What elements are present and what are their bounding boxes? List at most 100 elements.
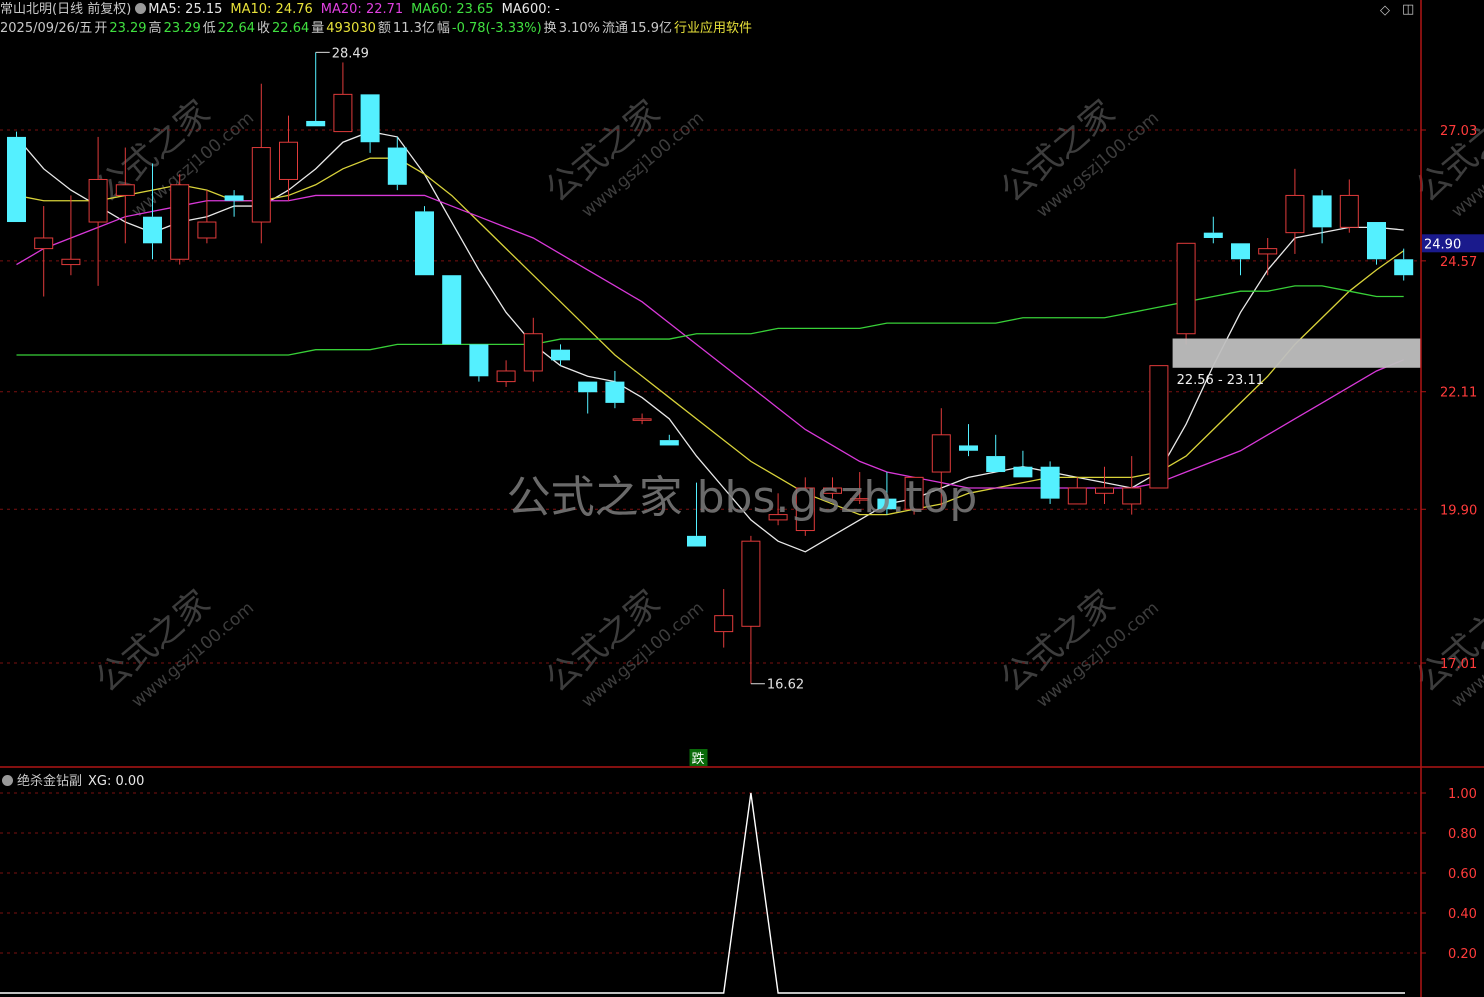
open-value: 23.29 xyxy=(109,21,147,36)
indicator-tick-label: 0.20 xyxy=(1448,947,1477,962)
change-value: -0.78(-3.33%) xyxy=(451,21,542,36)
candle-body-down xyxy=(143,216,162,244)
candle-body-up xyxy=(1122,487,1142,505)
candle-body-down xyxy=(605,381,625,403)
candle-body-down xyxy=(986,456,1006,473)
price-tick-label: 17.01 xyxy=(1440,657,1477,672)
high-label: 高 xyxy=(148,21,162,36)
header-row-1: 常山北明(日线 前复权) MA5: 25.15 MA10: 24.76 MA20: 2… xyxy=(0,2,562,18)
ma600-readout: MA600: - xyxy=(501,2,560,17)
diamond-icon[interactable]: ◇ xyxy=(1380,3,1390,18)
low-value: 22.64 xyxy=(217,21,256,36)
candle-body-down xyxy=(1013,466,1033,478)
candle-body-down xyxy=(659,440,679,446)
close-label: 收 xyxy=(257,21,271,36)
low-mark-label: 16.62 xyxy=(767,678,804,693)
candle-body-up xyxy=(496,370,516,383)
candle xyxy=(1040,461,1060,504)
turnover-value: 3.10% xyxy=(558,21,600,36)
ma60-readout: MA60: 23.65 xyxy=(411,2,494,17)
candle-body-up xyxy=(279,141,298,180)
chart-canvas[interactable]: 公式之家www.gszj100.com 公式之家www.gszj100.com 公式… xyxy=(0,0,1484,997)
candle-body-up xyxy=(251,147,271,223)
candle-body-down xyxy=(306,120,326,127)
panel-toggle-icon[interactable]: ◫ xyxy=(1402,2,1414,17)
candle-body-up xyxy=(1067,487,1087,505)
candle-body-down xyxy=(1040,466,1060,499)
close-value: 22.64 xyxy=(272,21,310,36)
candle-body-up xyxy=(333,93,353,133)
float-label: 流通 xyxy=(602,21,629,36)
candle-body-down xyxy=(1203,232,1223,238)
candle-body-up xyxy=(88,178,108,223)
candle-body-up xyxy=(1285,194,1305,234)
candle xyxy=(1149,365,1169,489)
indicator-tick-label: 0.60 xyxy=(1448,867,1477,882)
candle-body-down xyxy=(578,381,598,393)
price-tick-label: 22.11 xyxy=(1440,386,1477,401)
candle-body-down xyxy=(469,344,489,377)
price-tick-label: 19.90 xyxy=(1440,503,1477,518)
change-label: 幅 xyxy=(436,21,450,36)
candle-body-down xyxy=(687,535,706,547)
candle-body-down xyxy=(415,211,434,276)
date-readout: 2025/09/26/五 xyxy=(0,21,93,36)
candle-body-down xyxy=(387,147,407,185)
collapse-circle-icon[interactable] xyxy=(135,3,147,14)
candle-body-down xyxy=(360,94,380,143)
high-value: 23.29 xyxy=(163,21,201,36)
candle-body-up xyxy=(714,615,734,633)
candle-body-down xyxy=(224,195,244,201)
candle-body-down xyxy=(442,275,462,345)
candle-body-up xyxy=(1176,242,1196,335)
candle xyxy=(1367,222,1386,265)
price-tick-label: 27.03 xyxy=(1440,124,1477,139)
center-watermark: 公式之家 bbs.gszb.top xyxy=(507,472,978,523)
indicator-collapse-icon[interactable] xyxy=(2,775,13,786)
candle-body-up xyxy=(931,434,951,473)
sector-link[interactable]: 行业应用软件 xyxy=(674,21,752,36)
price-range-label: 22.56 - 23.11 xyxy=(1177,373,1264,388)
candle-body-up xyxy=(197,221,217,239)
candle-body-up xyxy=(632,418,652,421)
candle-body-up xyxy=(1149,365,1169,489)
header-row-2: 2025/09/26/五开 23.29 高 23.29 低 22.64 收 22.64 量 493… xyxy=(0,21,754,37)
candle-body-down xyxy=(7,136,26,223)
indicator-tick-label: 1.00 xyxy=(1448,787,1477,802)
ma20-readout: MA20: 22.71 xyxy=(320,2,404,17)
candle-body-down xyxy=(1231,243,1250,260)
indicator-tick-label: 0.80 xyxy=(1448,827,1477,842)
candle-body-up xyxy=(741,540,761,627)
candle-body-down xyxy=(1367,222,1386,260)
candle-body-up xyxy=(61,258,81,266)
indicator-xg: XG: 0.00 xyxy=(88,774,145,789)
indicator-header: 绝杀金钻副 XG: 0.00 xyxy=(0,770,144,789)
ma5-readout: MA5: 25.15 xyxy=(148,2,223,17)
amount-label: 额 xyxy=(377,21,391,36)
candle-body-down xyxy=(551,349,570,361)
candle xyxy=(7,131,26,223)
ma10-readout: MA10: 24.76 xyxy=(230,2,313,17)
current-price-label: 24.90 xyxy=(1424,237,1461,252)
candle-body-down xyxy=(959,445,978,451)
amount-value: 11.3亿 xyxy=(392,21,435,36)
volume-label: 量 xyxy=(311,21,325,36)
candle xyxy=(1176,242,1196,345)
low-label: 低 xyxy=(202,21,216,36)
candle-body-up xyxy=(170,184,190,260)
high-mark-label: 28.49 xyxy=(332,46,369,61)
candle-body-down xyxy=(1394,259,1414,276)
turnover-label: 换 xyxy=(543,21,557,36)
candle xyxy=(469,344,489,382)
candle-body-up xyxy=(1339,194,1359,228)
candle-body-down xyxy=(1312,195,1332,228)
candle-body-up xyxy=(523,333,543,372)
indicator-tick-label: 0.40 xyxy=(1448,907,1477,922)
drop-badge: 跌 xyxy=(692,751,705,767)
open-label: 开 xyxy=(94,21,108,36)
candle-body-up xyxy=(115,184,135,196)
stock-title: 常山北明(日线 前复权) xyxy=(0,2,132,17)
candle-body-up xyxy=(34,237,54,250)
volume-value: 493030 xyxy=(326,21,376,36)
candle xyxy=(170,174,190,265)
